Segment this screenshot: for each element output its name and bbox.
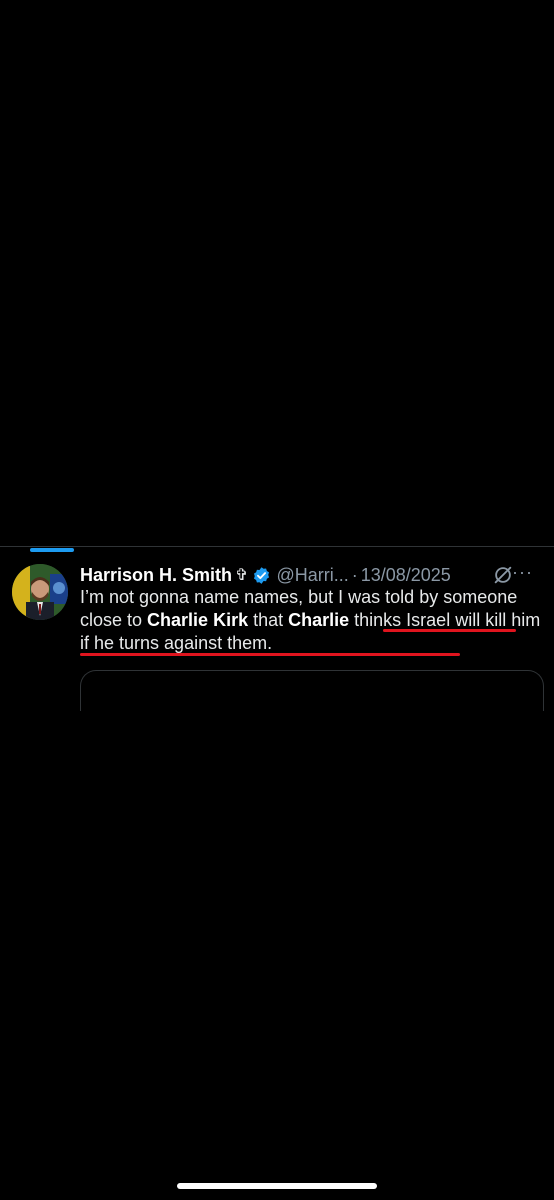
verified-badge-icon [254, 566, 270, 584]
tweet-text-part-2: that [248, 610, 289, 630]
red-underline-2 [80, 653, 460, 656]
home-indicator[interactable] [177, 1183, 377, 1189]
highlight-charlie: Charlie [288, 610, 350, 630]
tweet-date[interactable]: 13/08/2025 [361, 565, 451, 586]
active-tab-indicator [30, 548, 74, 552]
more-icon[interactable]: ··· [512, 562, 533, 583]
red-underline-1 [383, 629, 516, 632]
name-cross-emoji: ✞ [235, 567, 249, 584]
user-handle[interactable]: @Harri... [276, 565, 348, 586]
display-name[interactable]: Harrison H. Smith [80, 565, 232, 586]
tweet-header: Harrison H. Smith ✞ @Harri... · 13/08/20… [80, 562, 550, 588]
timeline-divider [0, 546, 554, 547]
tweet[interactable]: Harrison H. Smith ✞ @Harri... · 13/08/20… [0, 556, 554, 711]
mention-charlie-kirk: Charlie Kirk [147, 610, 249, 630]
quoted-card[interactable] [80, 670, 544, 711]
header-separator: · [351, 564, 358, 585]
avatar[interactable] [12, 564, 68, 620]
grok-icon[interactable] [492, 564, 514, 586]
tweet-text: I’m not gonna name names, but I was told… [80, 586, 545, 655]
